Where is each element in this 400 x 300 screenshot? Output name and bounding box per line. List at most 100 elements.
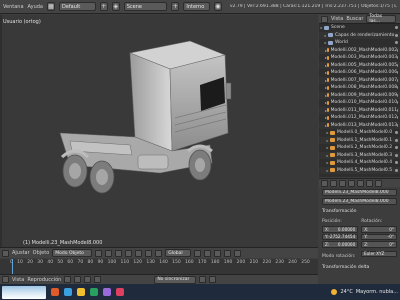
menu-buscar[interactable]: Buscar [346,16,363,22]
outliner-row[interactable]: ▸ Modelli.3_MashModel0.3 [319,151,400,159]
outliner-row[interactable]: ▸ Modelli.008_MashModel0.008 [319,84,400,92]
truck-model[interactable] [40,33,260,213]
visibility-eye-icon[interactable] [395,161,398,165]
record-icon[interactable] [199,276,207,283]
visibility-eye-icon[interactable] [395,153,398,157]
menu-vista-outliner[interactable]: Vista [331,16,343,22]
object-name-field[interactable]: Modelli.23_MashModel8.000 [322,198,397,205]
layout-select[interactable]: Default [58,2,96,11]
taskbar-app-icon[interactable] [90,288,98,296]
sync-mode-select[interactable]: No sincronizar [154,275,197,284]
outliner-tree[interactable]: ▸ Scene ▸ Capas de renderizamiento ▸ World ▸ Mo… [319,24,400,177]
outliner-row[interactable]: ▸ Modelli.1_MashModel0.1 [319,136,400,144]
taskbar-app-icon[interactable] [103,288,111,296]
rotation-mode-select[interactable]: Euler XYZ [361,250,397,257]
visibility-eye-icon[interactable] [397,71,398,75]
visibility-eye-icon[interactable] [395,26,398,30]
outliner-row[interactable]: ▸ Modelli.2_MashModel0.2 [319,144,400,152]
scale-icon[interactable] [155,249,163,257]
visibility-eye-icon[interactable] [397,101,398,105]
menu-ventana[interactable]: Ventana [3,4,24,10]
snap-icon[interactable] [224,249,232,257]
outliner-row[interactable]: ▸ Modelli.4_MashModel0.4 [319,159,400,167]
outliner-row[interactable]: ▸ Capas de renderizamiento [319,31,400,39]
menu-ajustar[interactable]: Ajustar [12,250,30,256]
outliner-display-select[interactable]: Todas las... [366,14,397,24]
render-engine-select[interactable]: Interno [183,2,210,11]
taskbar-app-icon[interactable] [77,288,85,296]
layer-button-2[interactable] [204,249,212,257]
object-tab-icon[interactable] [348,179,355,187]
visibility-eye-icon[interactable] [395,131,398,135]
lock-icon[interactable] [214,249,222,257]
shading-wire-icon[interactable] [105,249,113,257]
visibility-eye-icon[interactable] [397,108,398,112]
outliner-row[interactable]: ▸ Modelli.012_MashModel0.012 [319,114,400,122]
keyframe-icon[interactable] [209,276,217,283]
outliner-row[interactable]: ▸ Modelli.009_MashModel0.009 [319,91,400,99]
scene-select[interactable]: Scene [123,2,168,11]
current-frame-cursor[interactable] [12,259,13,274]
visibility-eye-icon[interactable] [397,123,398,127]
rotation-y-field[interactable]: Y: -0° [361,233,397,240]
translate-icon[interactable] [135,249,143,257]
pivot-icon[interactable] [115,249,123,257]
visibility-eye-icon[interactable] [397,56,398,60]
outliner-row[interactable]: ▸ World [319,39,400,47]
visibility-eye-icon[interactable] [395,146,398,150]
taskbar-app-icon[interactable] [51,288,59,296]
outliner-row[interactable]: ▸ Modelli.0_MashModel0.0 [319,129,400,137]
transform-orientation-select[interactable]: Global [165,249,192,257]
outliner-row[interactable]: ▸ Modelli.013_MashModel0.013 [319,121,400,129]
3d-viewport[interactable]: Usuario (ortog) [0,15,318,247]
world-tab-icon[interactable] [339,179,346,187]
jump-start-icon[interactable] [64,276,72,283]
editor-type-icon[interactable] [2,249,9,257]
window-thumbnail[interactable] [2,285,46,299]
render-preview-icon[interactable] [234,249,242,257]
outliner-editor-icon[interactable] [321,15,328,23]
location-y-field[interactable]: Y: -2752.74454 [322,233,359,240]
add-scene-button[interactable]: + [171,2,180,11]
rotation-x-field[interactable]: X: 0° [361,226,397,233]
visibility-eye-icon[interactable] [395,33,398,37]
texture-tab-icon[interactable] [375,179,382,187]
outliner-row[interactable]: ▸ Modelli.011_MashModel0.011 [319,106,400,114]
visibility-eye-icon[interactable] [397,48,398,52]
timeline-editor-icon[interactable] [2,276,9,283]
timeline[interactable]: 0102030405060708090100110120130140150160… [0,259,318,274]
outliner-row[interactable]: ▸ Modelli.003_MashModel0.003 [319,54,400,62]
visibility-eye-icon[interactable] [395,138,398,142]
manipulator-icon[interactable] [125,249,133,257]
transform-panel-title[interactable]: Transformación [322,209,397,214]
play-icon[interactable] [84,276,92,283]
modifier-tab-icon[interactable] [357,179,364,187]
menu-objeto[interactable]: Objeto [33,250,50,256]
visibility-eye-icon[interactable] [397,78,398,82]
material-tab-icon[interactable] [366,179,373,187]
taskbar-app-icon[interactable] [64,288,72,296]
visibility-eye-icon[interactable] [397,86,398,90]
scene-tab-icon[interactable] [330,179,337,187]
menu-ayuda[interactable]: Ayuda [28,4,43,10]
outliner-row[interactable]: ▸ Modelli.007_MashModel0.007 [319,76,400,84]
outliner-row[interactable]: ▸ Modelli.5_MashModel0.5 [319,166,400,174]
render-tab-icon[interactable] [321,179,328,187]
visibility-eye-icon[interactable] [397,63,398,67]
outliner-row[interactable]: ▸ Modelli.005_MashModel0.005 [319,61,400,69]
layer-button-1[interactable] [194,249,202,257]
shading-solid-icon[interactable] [95,249,103,257]
visibility-eye-icon[interactable] [395,168,398,172]
location-z-field[interactable]: Z: 0.00000 [322,241,359,248]
outliner-row[interactable]: ▸ Modelli.006_MashModel0.006 [319,69,400,77]
menu-reproduccion[interactable]: Reproducción [27,277,61,283]
add-layout-button[interactable]: + [99,2,108,11]
jump-end-icon[interactable] [94,276,102,283]
delta-transform-panel-title[interactable]: Transformación delta [322,265,397,270]
menu-vista-timeline[interactable]: Vista [12,277,24,283]
visibility-eye-icon[interactable] [397,116,398,120]
play-reverse-icon[interactable] [74,276,82,283]
taskbar-app-icon[interactable] [116,288,124,296]
layout-icon[interactable]: ▦ [47,2,55,11]
outliner-row[interactable]: ▸ Modelli.002_MashModel0.002 [319,46,400,54]
